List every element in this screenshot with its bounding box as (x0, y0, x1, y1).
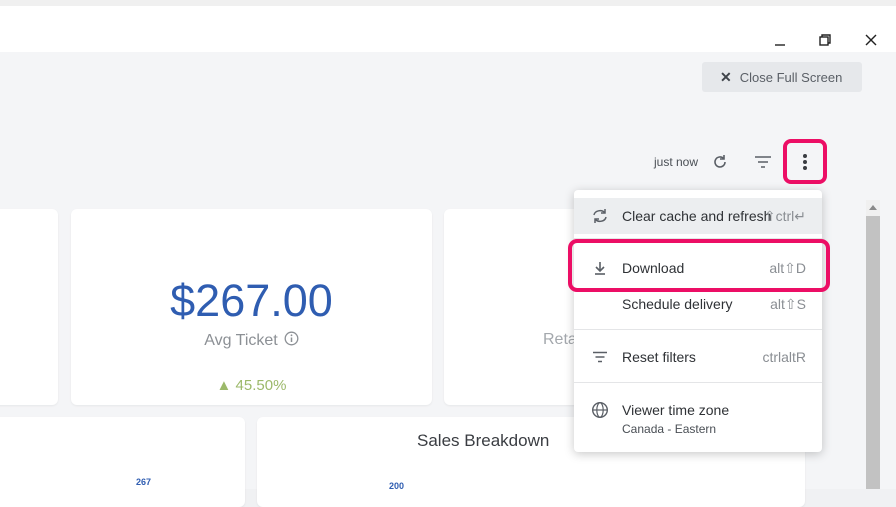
scrollbar-thumb[interactable] (866, 216, 880, 489)
close-fullscreen-button[interactable]: ✕ Close Full Screen (702, 62, 862, 92)
restore-icon[interactable] (813, 28, 837, 52)
minimize-icon[interactable] (768, 28, 792, 52)
menu-item-shortcut: ⇧ctrl↵ (763, 207, 806, 224)
avg-ticket-delta: ▲ 45.50% (216, 377, 287, 394)
more-options-icon[interactable] (795, 151, 815, 173)
timezone-value: Canada - Eastern (622, 422, 717, 436)
menu-item-label: Reset filters (622, 349, 696, 365)
close-fullscreen-label: Close Full Screen (739, 69, 843, 85)
menu-item-label: Viewer time zone (622, 402, 730, 418)
window-titlebar (0, 0, 896, 52)
bar-value-label: 267 (136, 477, 152, 487)
avg-ticket-value: $267.00 (170, 275, 333, 326)
menu-item-shortcut: alt⇧S (770, 295, 806, 312)
kpi-card-avg-ticket: $267.00 Avg Ticket ▲ 45.50% (71, 209, 432, 405)
filter-icon[interactable] (752, 152, 774, 172)
refresh-icon[interactable] (709, 151, 731, 173)
kpi-card-left (0, 209, 58, 405)
refresh-cache-icon (590, 206, 610, 226)
more-options-menu: Clear cache and refresh ⇧ctrl↵ Download … (574, 190, 822, 452)
info-icon[interactable] (284, 331, 299, 351)
menu-item-shortcut: ctrlaltR (762, 349, 806, 365)
close-icon[interactable] (859, 28, 883, 52)
menu-item-label: Clear cache and refresh (622, 208, 772, 224)
chart-card-left: 267 (0, 417, 245, 507)
scroll-up-arrow-icon[interactable] (869, 205, 877, 210)
retail-label: Reta (543, 331, 577, 348)
titlebar-strip (0, 0, 896, 6)
last-updated-text: just now (654, 155, 699, 169)
menu-divider (574, 329, 822, 330)
kpi-card-retail: Reta (444, 209, 584, 405)
bar-value-label: 200 (389, 481, 405, 491)
menu-divider (574, 382, 822, 383)
menu-item-clear-cache[interactable]: Clear cache and refresh ⇧ctrl↵ (574, 198, 822, 234)
close-x-icon: ✕ (720, 68, 732, 85)
sales-breakdown-title: Sales Breakdown (417, 431, 550, 450)
avg-ticket-label-row: Avg Ticket (71, 331, 432, 351)
menu-item-reset-filters[interactable]: Reset filters ctrlaltR (574, 339, 822, 375)
globe-icon (590, 400, 610, 420)
menu-item-label: Schedule delivery (622, 296, 733, 312)
download-highlight (568, 239, 830, 292)
menu-item-viewer-timezone[interactable]: Viewer time zone Canada - Eastern (574, 394, 822, 444)
avg-ticket-label: Avg Ticket (204, 332, 278, 349)
filter-icon (590, 347, 610, 367)
